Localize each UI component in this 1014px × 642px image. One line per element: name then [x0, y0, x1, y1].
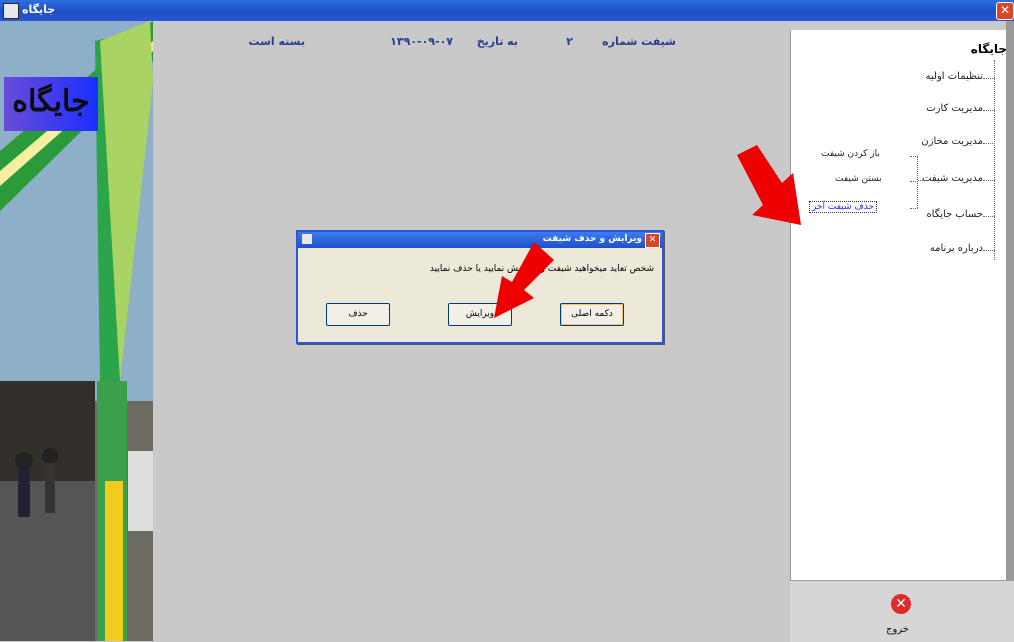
tree-connector — [983, 78, 995, 79]
window-title: جایگاه — [22, 3, 56, 16]
sidebar-item-settings[interactable]: تنظیمات اولیه — [926, 71, 983, 82]
station-logo: جایگاه — [4, 77, 98, 131]
edit-delete-shift-dialog: ویرایش و حذف شیفت ✕ شخص تعاید میخواهید ش… — [296, 230, 664, 344]
tree-connector — [983, 216, 995, 217]
date-label: به تاریخ — [476, 35, 518, 48]
dialog-close-icon[interactable]: ✕ — [645, 233, 660, 248]
tree-connector — [917, 156, 918, 208]
status-text: بسته است — [248, 35, 305, 48]
sidebar-item-card-management[interactable]: مدیریت کارت — [926, 103, 983, 114]
annotation-arrow-dialog — [494, 242, 554, 318]
tree-connector — [983, 180, 995, 181]
app-icon — [3, 3, 19, 19]
sidebar-subitem-open-shift[interactable]: باز کردن شیفت — [821, 149, 880, 159]
tree-connector — [983, 250, 995, 251]
shift-label: شیفت شماره — [602, 35, 676, 48]
tree-connector — [910, 156, 918, 157]
tree-connector — [983, 110, 995, 111]
sidebar-tree: جایگاه تنظیمات اولیه مدیریت کارت مدیریت … — [790, 30, 1014, 641]
delete-button[interactable]: حذف — [326, 303, 390, 326]
dialog-app-icon — [302, 234, 312, 244]
sidebar-subitem-close-shift[interactable]: بستن شیفت — [835, 174, 882, 184]
exit-panel: ✕ خروج — [790, 580, 1014, 642]
return-button[interactable]: دکمه اصلی — [560, 303, 624, 326]
tree-root[interactable]: جایگاه — [971, 42, 1007, 56]
shift-number: ۲ — [566, 35, 573, 48]
window-border — [1006, 21, 1014, 581]
dialog-title-bar: ویرایش و حذف شیفت ✕ — [298, 232, 662, 248]
sidebar-item-about[interactable]: درباره برنامه — [930, 243, 983, 254]
window-close-icon[interactable]: ✕ — [996, 2, 1014, 20]
tree-connector — [994, 60, 995, 260]
tree-connector — [910, 181, 918, 182]
station-photo: جایگاه — [0, 21, 153, 641]
annotation-arrow-sidebar — [737, 145, 801, 225]
tree-connector — [983, 143, 995, 144]
tree-connector — [910, 208, 918, 209]
sidebar-subitem-delete-last-shift[interactable]: حذف شیفت آخر — [809, 201, 878, 213]
sidebar-item-station-account[interactable]: حساب جایگاه — [926, 209, 983, 220]
sidebar-item-shift-management[interactable]: مدیریت شیفت — [922, 173, 983, 184]
window-title-bar: جایگاه ✕ — [0, 0, 1014, 21]
shift-info-bar: شیفت شماره ۲ به تاریخ ۱۳۹۰-۰۹-۰۷ بسته اس… — [153, 24, 783, 54]
sidebar-item-tank-management[interactable]: مدیریت مخازن — [921, 136, 983, 147]
date-value: ۱۳۹۰-۰۹-۰۷ — [390, 35, 453, 48]
exit-icon[interactable]: ✕ — [891, 594, 911, 614]
exit-label[interactable]: خروج — [886, 624, 909, 635]
tree-connector — [918, 180, 931, 181]
